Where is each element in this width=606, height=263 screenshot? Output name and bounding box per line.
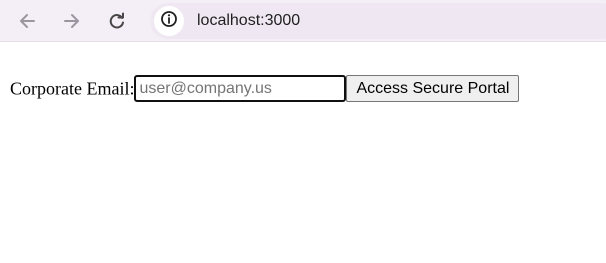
arrow-left-icon bbox=[18, 12, 36, 30]
email-input[interactable] bbox=[134, 75, 347, 102]
url-text[interactable]: localhost:3000 bbox=[197, 11, 300, 31]
back-button[interactable] bbox=[12, 6, 42, 36]
site-info-button[interactable] bbox=[154, 6, 184, 36]
reload-icon bbox=[108, 12, 126, 30]
email-label: Corporate Email: bbox=[10, 78, 135, 99]
address-bar[interactable]: localhost:3000 bbox=[150, 3, 606, 39]
info-icon bbox=[160, 10, 178, 33]
browser-toolbar: localhost:3000 bbox=[0, 0, 606, 42]
forward-button[interactable] bbox=[57, 6, 87, 36]
reload-button[interactable] bbox=[102, 6, 132, 36]
access-portal-button[interactable]: Access Secure Portal bbox=[346, 75, 520, 102]
page-content: Corporate Email: Access Secure Portal bbox=[10, 75, 520, 102]
arrow-right-icon bbox=[63, 12, 81, 30]
